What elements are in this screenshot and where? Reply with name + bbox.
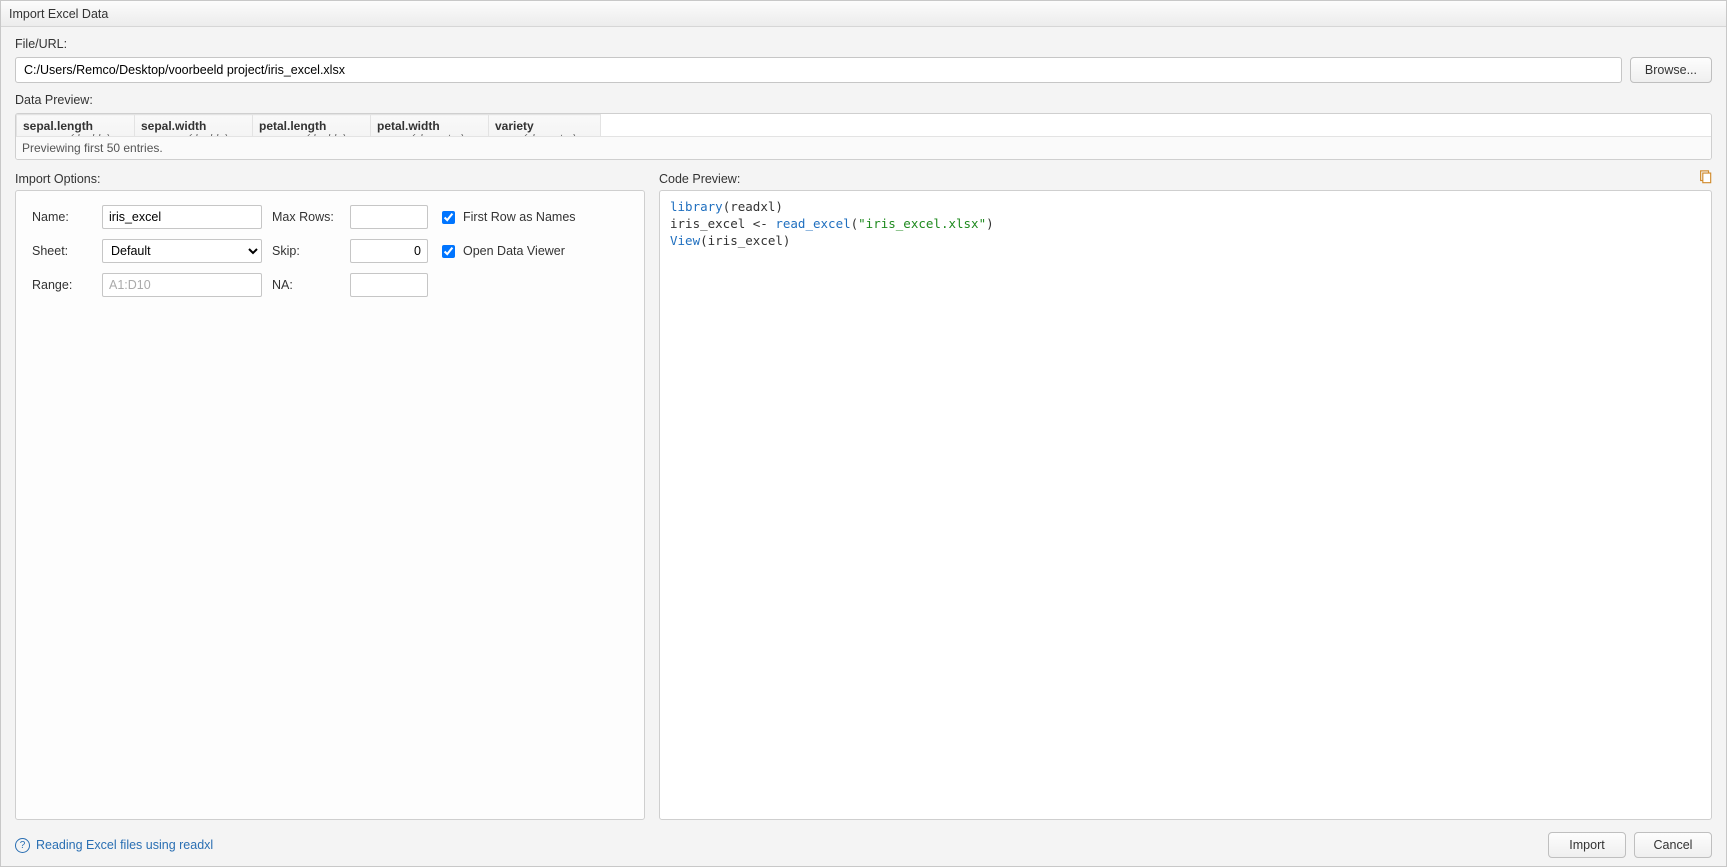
open-viewer-checkbox[interactable] (442, 245, 455, 258)
range-input[interactable] (102, 273, 262, 297)
skip-label: Skip: (272, 244, 340, 258)
name-label: Name: (32, 210, 92, 224)
code-preview-label: Code Preview: (659, 172, 740, 186)
skip-input[interactable] (350, 239, 428, 263)
code-token: (readxl) (723, 199, 783, 214)
first-row-checkbox-row[interactable]: First Row as Names (438, 208, 628, 227)
data-preview-label: Data Preview: (15, 93, 1712, 107)
range-label: Range: (32, 278, 92, 292)
window-title: Import Excel Data (9, 7, 108, 21)
column-type: (double) (141, 133, 246, 136)
data-preview-scroll[interactable]: sepal.length(double)sepal.width(double)p… (16, 114, 1711, 136)
code-token: ) (986, 216, 994, 231)
copy-icon[interactable] (1698, 170, 1712, 184)
import-options-label: Import Options: (15, 172, 645, 186)
column-header[interactable]: sepal.width(double) (135, 115, 253, 137)
import-button[interactable]: Import (1548, 832, 1626, 858)
column-type: (character) (377, 133, 482, 136)
titlebar: Import Excel Data (1, 1, 1726, 27)
help-icon: ? (15, 838, 30, 853)
help-link[interactable]: ? Reading Excel files using readxl (15, 838, 213, 853)
column-name: variety (495, 119, 594, 133)
column-name: petal.width (377, 119, 482, 133)
data-preview-table: sepal.length(double)sepal.width(double)p… (16, 114, 601, 136)
file-url-label: File/URL: (15, 37, 1712, 51)
na-input[interactable] (350, 273, 428, 297)
column-type: (double) (23, 133, 128, 136)
first-row-checkbox[interactable] (442, 211, 455, 224)
sheet-select[interactable]: Default (102, 239, 262, 263)
column-name: sepal.length (23, 119, 128, 133)
data-preview-panel: sepal.length(double)sepal.width(double)p… (15, 113, 1712, 160)
maxrows-input[interactable] (350, 205, 428, 229)
preview-status: Previewing first 50 entries. (16, 136, 1711, 159)
maxrows-label: Max Rows: (272, 210, 340, 224)
sheet-label: Sheet: (32, 244, 92, 258)
column-type: (double) (259, 133, 364, 136)
browse-button[interactable]: Browse... (1630, 57, 1712, 83)
code-token: "iris_excel.xlsx" (858, 216, 986, 231)
file-url-input[interactable] (15, 57, 1622, 83)
code-token: (iris_excel) (700, 233, 790, 248)
import-excel-dialog: { "window": { "title": "Import Excel Dat… (0, 0, 1727, 867)
column-header[interactable]: petal.length(double) (253, 115, 371, 137)
dialog-body: File/URL: Browse... Data Preview: sepal.… (1, 27, 1726, 866)
code-token: read_excel (775, 216, 850, 231)
code-token: library (670, 199, 723, 214)
import-options-panel: Name: Max Rows: First Row as Names Sheet… (15, 190, 645, 820)
code-token: View (670, 233, 700, 248)
column-header[interactable]: variety(character) (489, 115, 601, 137)
code-preview-panel[interactable]: library(readxl) iris_excel <- read_excel… (659, 190, 1712, 820)
column-name: sepal.width (141, 119, 246, 133)
code-token: iris_excel <- (670, 216, 775, 231)
column-header[interactable]: sepal.length(double) (17, 115, 135, 137)
dialog-footer: ? Reading Excel files using readxl Impor… (15, 826, 1712, 858)
help-link-text: Reading Excel files using readxl (36, 838, 213, 852)
column-header[interactable]: petal.width(character) (371, 115, 489, 137)
file-url-row: Browse... (15, 57, 1712, 83)
na-label: NA: (272, 278, 340, 292)
first-row-label: First Row as Names (463, 210, 576, 224)
name-input[interactable] (102, 205, 262, 229)
column-name: petal.length (259, 119, 364, 133)
bottom-panels: Import Options: Name: Max Rows: First Ro… (15, 168, 1712, 820)
open-viewer-checkbox-row[interactable]: Open Data Viewer (438, 242, 628, 261)
column-type: (character) (495, 133, 594, 136)
open-viewer-label: Open Data Viewer (463, 244, 565, 258)
cancel-button[interactable]: Cancel (1634, 832, 1712, 858)
